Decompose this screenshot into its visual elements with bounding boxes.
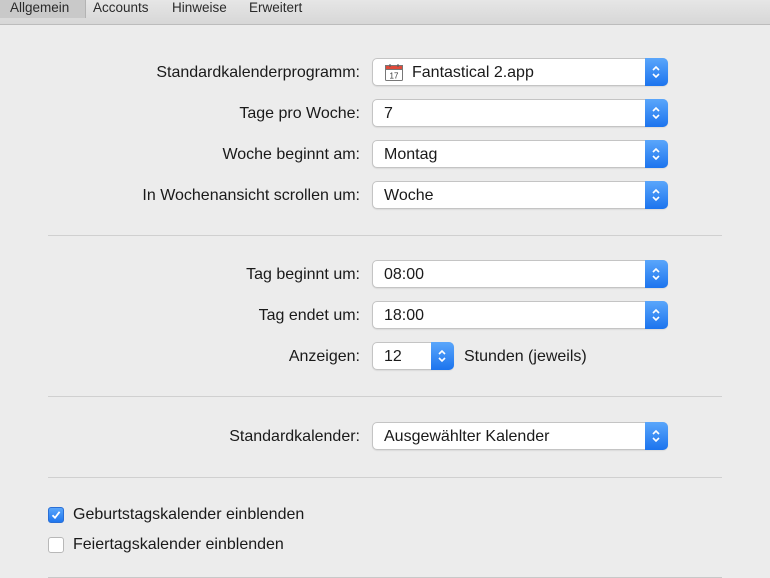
show-hours-label: Anzeigen: (288, 348, 360, 365)
default-app-label: Standardkalenderprogramm: (156, 64, 360, 81)
tab-accounts[interactable]: Accounts (93, 0, 149, 18)
birthdays-checkbox-label[interactable]: Geburtstagskalender einblenden (73, 505, 304, 525)
default-app-value: Fantastical 2.app (412, 64, 534, 81)
day-starts-stepper[interactable] (645, 260, 668, 288)
svg-text:17: 17 (390, 72, 399, 81)
week-starts-stepper[interactable] (645, 140, 668, 168)
default-app-stepper[interactable] (645, 58, 668, 86)
default-app-popup[interactable]: 17 Fantastical 2.app (372, 58, 668, 86)
holidays-checkbox-label[interactable]: Feiertagskalender einblenden (73, 535, 284, 555)
show-hours-stepper[interactable] (431, 342, 454, 370)
day-ends-stepper[interactable] (645, 301, 668, 329)
day-starts-label: Tag beginnt um: (246, 266, 360, 283)
days-per-week-stepper[interactable] (645, 99, 668, 127)
default-calendar-stepper[interactable] (645, 422, 668, 450)
show-hours-popup[interactable]: 12 (372, 342, 454, 370)
show-hours-suffix: Stunden (jeweils) (464, 348, 587, 365)
birthdays-checkbox[interactable] (48, 507, 64, 523)
tab-erweitert[interactable]: Erweitert (249, 0, 302, 18)
day-ends-popup[interactable]: 18:00 (372, 301, 668, 329)
separator (48, 477, 722, 478)
tab-hinweise[interactable]: Hinweise (172, 0, 227, 18)
separator (48, 396, 722, 397)
week-starts-popup[interactable]: Montag (372, 140, 668, 168)
days-per-week-value: 7 (384, 105, 393, 122)
calendar-icon: 17 (385, 64, 403, 81)
week-scroll-popup[interactable]: Woche (372, 181, 668, 209)
day-ends-value: 18:00 (384, 307, 425, 324)
preferences-tab-bar: Allgemein Accounts Hinweise Erweitert (0, 0, 770, 25)
day-ends-label: Tag endet um: (258, 307, 360, 324)
week-scroll-value: Woche (384, 187, 434, 204)
week-scroll-label: In Wochenansicht scrollen um: (142, 187, 360, 204)
default-calendar-popup[interactable]: Ausgewählter Kalender (372, 422, 668, 450)
week-starts-label: Woche beginnt am: (222, 146, 360, 163)
tab-allgemein[interactable]: Allgemein (0, 0, 86, 18)
checkmark-icon (51, 511, 61, 520)
show-hours-value: 12 (384, 348, 402, 365)
days-per-week-popup[interactable]: 7 (372, 99, 668, 127)
holidays-checkbox[interactable] (48, 537, 64, 553)
default-calendar-value: Ausgewählter Kalender (384, 428, 550, 445)
day-starts-popup[interactable]: 08:00 (372, 260, 668, 288)
week-scroll-stepper[interactable] (645, 181, 668, 209)
week-starts-value: Montag (384, 146, 438, 163)
days-per-week-label: Tage pro Woche: (239, 105, 360, 122)
separator (48, 235, 722, 236)
day-starts-value: 08:00 (384, 266, 425, 283)
default-calendar-label: Standardkalender: (229, 428, 360, 445)
